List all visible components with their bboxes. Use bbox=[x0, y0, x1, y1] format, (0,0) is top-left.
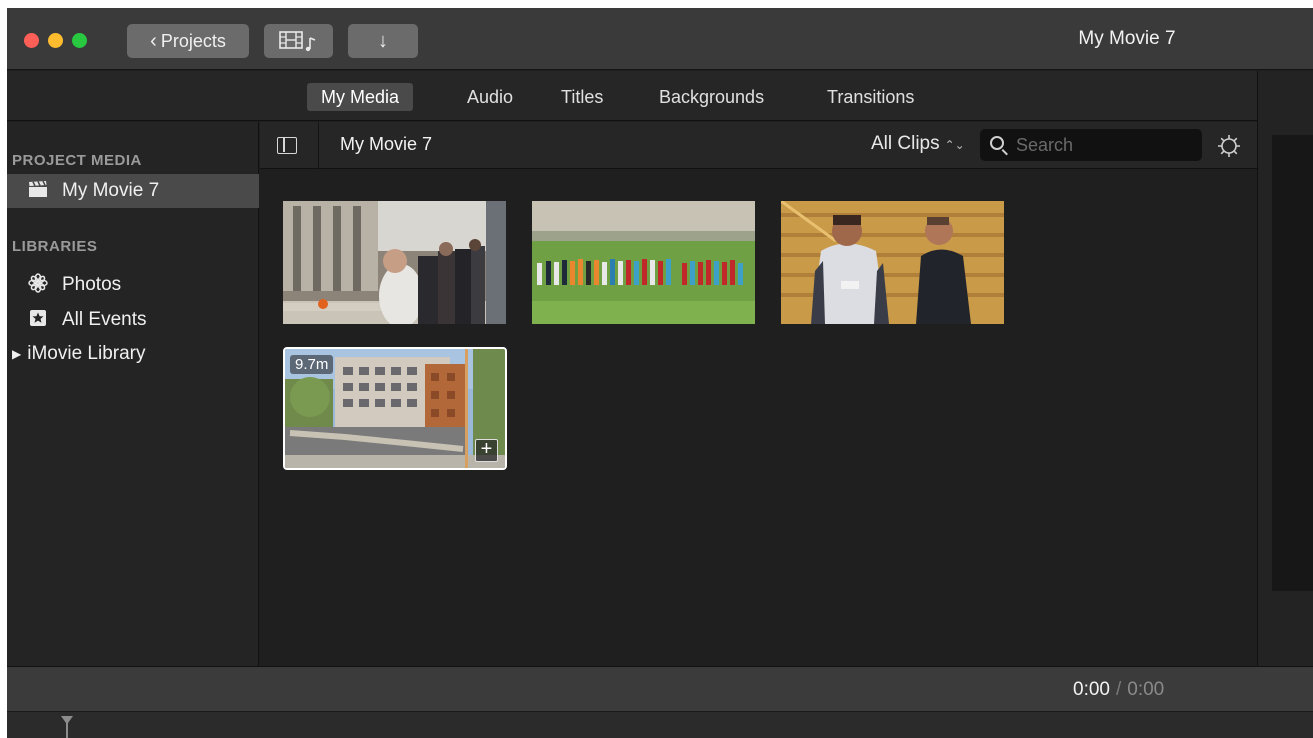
clip-image-gymnasium bbox=[781, 201, 1004, 324]
sidebar-item-label: My Movie 7 bbox=[62, 180, 160, 201]
sidebar-item-imovie-library[interactable]: ▶ iMovie Library bbox=[7, 337, 259, 371]
media-browser: 9.7m + bbox=[260, 170, 1257, 666]
timecode-separator: / bbox=[1115, 679, 1122, 700]
tab-transitions[interactable]: Transitions bbox=[813, 83, 928, 111]
flower-icon bbox=[27, 272, 49, 298]
playhead-icon[interactable] bbox=[59, 714, 75, 738]
timecode-bar: 0:00/0:00 bbox=[7, 666, 1313, 711]
clip-thumbnail[interactable] bbox=[283, 201, 506, 324]
sidebar-item-project[interactable]: My Movie 7 bbox=[7, 174, 259, 208]
clip-filter-label: All Clips bbox=[871, 133, 940, 154]
clip-thumbnail-selected[interactable]: 9.7m + bbox=[283, 347, 507, 470]
browser-tab-bar: My Media Audio Titles Backgrounds Transi… bbox=[7, 71, 1257, 121]
clip-image-soccer-teams bbox=[532, 201, 755, 324]
sidebar-item-all-events[interactable]: All Events bbox=[7, 303, 259, 337]
star-box-icon bbox=[27, 309, 49, 332]
current-time: 0:00 bbox=[1073, 679, 1110, 700]
sidebar-item-label: All Events bbox=[62, 309, 147, 330]
viewer-canvas[interactable] bbox=[1272, 135, 1313, 591]
viewer-pane bbox=[1257, 71, 1313, 666]
project-media-heading: PROJECT MEDIA bbox=[12, 152, 142, 169]
tab-my-media[interactable]: My Media bbox=[307, 83, 414, 111]
header-divider bbox=[318, 122, 319, 169]
gear-icon[interactable] bbox=[1215, 132, 1243, 160]
clip-filter-select[interactable]: All Clips ⌃⌄ bbox=[871, 133, 965, 155]
sidebar-item-photos[interactable]: Photos bbox=[7, 268, 259, 302]
tab-audio[interactable]: Audio bbox=[453, 83, 527, 111]
browser-header: My Movie 7 All Clips ⌃⌄ bbox=[260, 122, 1257, 169]
sidebar-item-label: Photos bbox=[62, 274, 122, 295]
import-button[interactable]: ↓ bbox=[348, 24, 418, 58]
timecode-display: 0:00/0:00 bbox=[1073, 679, 1164, 701]
arrow-down-icon: ↓ bbox=[378, 29, 388, 52]
sidebar-item-label: iMovie Library bbox=[27, 343, 146, 364]
libraries-sidebar: PROJECT MEDIA My Movie 7 LIBRARIES Photo… bbox=[7, 122, 259, 666]
up-down-chevron-icon: ⌃⌄ bbox=[944, 138, 965, 152]
projects-back-button[interactable]: ‹ Projects bbox=[127, 24, 249, 58]
tab-backgrounds[interactable]: Backgrounds bbox=[645, 83, 778, 111]
toggle-sidebar-icon[interactable] bbox=[277, 137, 297, 154]
maximize-window-button[interactable] bbox=[72, 33, 87, 48]
minimize-window-button[interactable] bbox=[48, 33, 63, 48]
chevron-left-icon: ‹ bbox=[150, 29, 157, 52]
window-title: My Movie 7 bbox=[1078, 28, 1176, 49]
timeline[interactable] bbox=[7, 711, 1313, 738]
tab-titles[interactable]: Titles bbox=[547, 83, 617, 111]
projects-label: Projects bbox=[160, 30, 226, 51]
clip-thumbnail[interactable] bbox=[532, 201, 755, 324]
clip-duration-badge: 9.7m bbox=[290, 355, 334, 374]
total-time: 0:00 bbox=[1127, 679, 1165, 700]
media-browser-toggle-button[interactable] bbox=[264, 24, 333, 58]
imovie-window: ‹ Projects ↓ My Movie 7 My Media Audio T… bbox=[7, 8, 1313, 738]
clip-image-indoor-group bbox=[283, 201, 506, 324]
clip-thumbnail[interactable] bbox=[781, 201, 1004, 324]
film-music-icon bbox=[278, 31, 315, 52]
close-window-button[interactable] bbox=[24, 33, 39, 48]
libraries-heading: LIBRARIES bbox=[12, 238, 98, 255]
search-input[interactable] bbox=[1016, 133, 1196, 157]
search-field[interactable] bbox=[980, 129, 1202, 161]
browser-title: My Movie 7 bbox=[340, 134, 433, 154]
disclosure-triangle-icon[interactable]: ▶ bbox=[12, 347, 21, 361]
title-bar: ‹ Projects ↓ My Movie 7 bbox=[7, 8, 1313, 70]
search-icon bbox=[990, 136, 1004, 150]
add-clip-icon[interactable]: + bbox=[475, 439, 498, 462]
clapperboard-icon bbox=[27, 180, 49, 203]
